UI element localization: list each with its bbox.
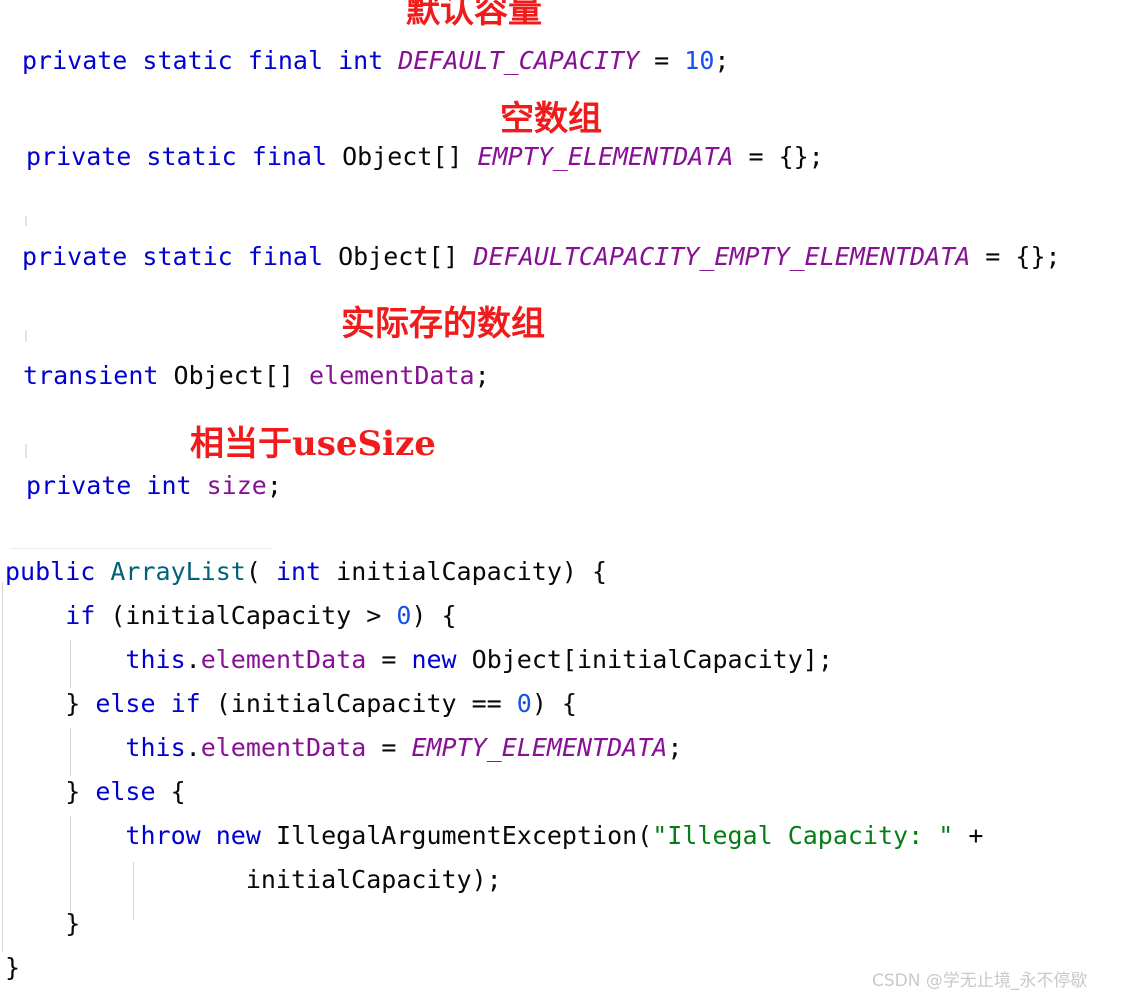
code-token: new xyxy=(411,645,457,674)
annotation-empty-array: 空数组 xyxy=(500,99,602,139)
code-token: initialCapacity) { xyxy=(321,557,608,586)
code-token: elementData xyxy=(200,733,367,762)
code-token: ; xyxy=(714,46,730,75)
code-token: ) { xyxy=(531,689,577,718)
annotation-use-size: 相当于useSize xyxy=(190,424,436,464)
code-line-default-capacity: private static final int DEFAULT_CAPACIT… xyxy=(22,47,729,75)
code-line-else: } else { xyxy=(5,777,186,806)
code-token: private static final xyxy=(26,142,343,171)
code-token: 0 xyxy=(516,689,532,718)
code-token: 0 xyxy=(396,601,412,630)
code-token: } xyxy=(5,777,96,806)
code-line-close-outer-brace: } xyxy=(5,954,20,982)
code-token: . xyxy=(185,645,201,674)
code-token: this xyxy=(125,645,186,674)
code-token: { xyxy=(155,777,186,806)
code-line-throw-arg: initialCapacity); xyxy=(5,866,502,894)
code-token: Object[] xyxy=(338,242,474,271)
code-token: (initialCapacity == xyxy=(200,689,517,718)
code-line-ctor-signature: public ArrayList( int initialCapacity) { xyxy=(5,558,607,586)
code-token: EMPTY_ELEMENTDATA xyxy=(477,142,734,171)
code-line-else-if-eq-zero: } else if (initialCapacity == 0) { xyxy=(5,690,577,718)
code-token: ( xyxy=(245,557,276,586)
code-token: if xyxy=(65,601,96,630)
code-token: EMPTY_ELEMENTDATA xyxy=(411,733,668,762)
code-line-size: private int size; xyxy=(26,472,282,500)
annotation-default-capacity: 默认容量 xyxy=(406,0,542,31)
code-token: "Illegal Capacity: " xyxy=(652,821,954,850)
code-token: ; xyxy=(474,361,490,390)
code-token: IllegalArgumentException( xyxy=(260,821,653,850)
code-token: private int xyxy=(26,471,207,500)
code-fold-separator xyxy=(10,548,272,549)
code-token: public xyxy=(5,557,111,586)
code-token: private static final xyxy=(22,242,339,271)
code-token: this xyxy=(125,733,186,762)
code-token: private static final int xyxy=(22,46,399,75)
code-token: initialCapacity); xyxy=(5,865,502,894)
code-token: DEFAULT_CAPACITY xyxy=(398,46,640,75)
code-token: + xyxy=(953,821,984,850)
code-line-elementdata: transient Object[] elementData; xyxy=(23,362,490,390)
code-token: = xyxy=(639,46,685,75)
code-token: size xyxy=(206,471,267,500)
code-token: Object[] xyxy=(173,361,309,390)
code-token: (initialCapacity > xyxy=(95,601,397,630)
code-token: ArrayList xyxy=(110,557,246,586)
code-token: DEFAULTCAPACITY_EMPTY_ELEMENTDATA xyxy=(473,242,971,271)
code-token: = xyxy=(366,645,412,674)
code-screenshot-canvas: 默认容量 空数组 实际存的数组 相当于useSize private stati… xyxy=(0,0,1131,1000)
code-token: else xyxy=(95,777,156,806)
code-token: } xyxy=(5,953,21,982)
code-token: throw new xyxy=(125,821,261,850)
code-token: int xyxy=(275,557,322,586)
code-line-assign-new-object: this.elementData = new Object[initialCap… xyxy=(5,645,833,674)
indent-guide-stub-2 xyxy=(25,330,27,342)
indent-guide-stub-3 xyxy=(25,444,27,458)
annotation-actual-array: 实际存的数组 xyxy=(341,304,545,344)
code-token: Object[initialCapacity]; xyxy=(456,645,833,674)
indent-guide-stub-1 xyxy=(25,216,27,226)
code-token: } xyxy=(5,689,96,718)
code-token: } xyxy=(5,909,81,938)
code-line-empty-elementdata: private static final Object[] EMPTY_ELEM… xyxy=(26,143,824,171)
code-line-assign-empty: this.elementData = EMPTY_ELEMENTDATA; xyxy=(5,734,682,762)
code-token: = {}; xyxy=(970,242,1061,271)
code-token: elementData xyxy=(200,645,367,674)
code-token: transient xyxy=(23,361,174,390)
indent-guide-level-0 xyxy=(2,582,3,952)
code-token: ; xyxy=(667,733,683,762)
code-token: Object[] xyxy=(342,142,478,171)
code-token: ) { xyxy=(411,601,457,630)
code-token: = {}; xyxy=(733,142,824,171)
code-token: . xyxy=(185,733,201,762)
code-line-throw: throw new IllegalArgumentException("Ille… xyxy=(5,822,983,850)
code-token: else if xyxy=(95,689,201,718)
code-token: elementData xyxy=(308,361,475,390)
code-token: ; xyxy=(266,471,282,500)
code-line-if-gt-zero: if (initialCapacity > 0) { xyxy=(5,601,457,630)
code-token: = xyxy=(366,733,412,762)
code-token: 10 xyxy=(684,46,715,75)
csdn-watermark: CSDN @学无止境_永不停歇 xyxy=(872,971,1088,991)
code-line-defaultcapacity-empty-elementdata: private static final Object[] DEFAULTCAP… xyxy=(22,243,1061,271)
code-line-close-inner-brace: } xyxy=(5,910,80,938)
